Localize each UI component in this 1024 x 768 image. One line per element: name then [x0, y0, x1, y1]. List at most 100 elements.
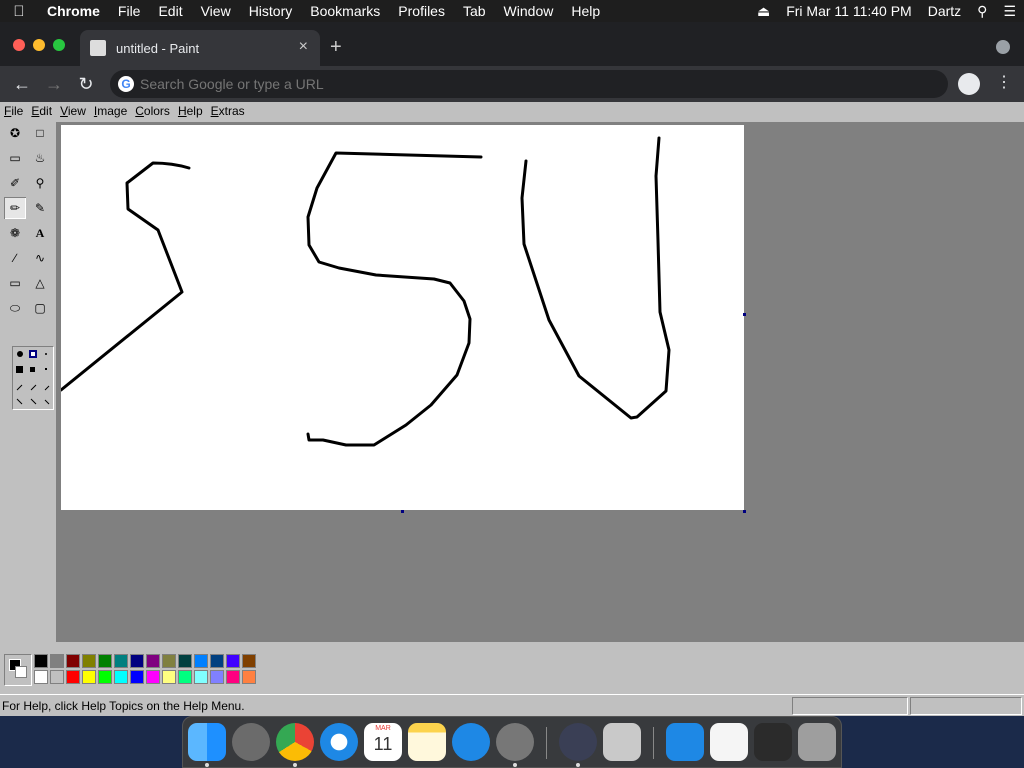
menubar-profiles[interactable]: Profiles: [389, 3, 454, 19]
paint-menu-help[interactable]: Help: [174, 104, 207, 118]
electron-app-icon[interactable]: [559, 723, 597, 761]
window-close-button[interactable]: [13, 39, 25, 51]
downloads-folder-icon[interactable]: [666, 723, 704, 761]
trash-icon[interactable]: [798, 723, 836, 761]
profile-avatar-icon[interactable]: [958, 73, 980, 95]
palette-swatch[interactable]: [98, 670, 112, 684]
menubar-help[interactable]: Help: [562, 3, 609, 19]
safari-icon[interactable]: [320, 723, 358, 761]
palette-swatch[interactable]: [34, 670, 48, 684]
tool-options-panel[interactable]: [12, 346, 54, 410]
tab-close-icon[interactable]: ×: [299, 38, 308, 56]
system-preferences-icon[interactable]: [496, 723, 534, 761]
free-select-icon[interactable]: ✪: [4, 122, 26, 144]
current-colors-indicator[interactable]: [4, 654, 32, 686]
browser-tab-paint[interactable]: untitled - Paint ×: [80, 30, 320, 66]
paint-menu-image[interactable]: Image: [90, 104, 131, 118]
new-tab-button[interactable]: +: [330, 36, 342, 59]
menubar-bookmarks[interactable]: Bookmarks: [301, 3, 389, 19]
menubar-file[interactable]: File: [109, 3, 150, 19]
polygon-icon[interactable]: △: [29, 272, 51, 294]
menubar-window[interactable]: Window: [495, 3, 563, 19]
app-store-icon[interactable]: [452, 723, 490, 761]
palette-swatch[interactable]: [34, 654, 48, 668]
control-center-icon[interactable]: ☰: [995, 3, 1024, 20]
palette-swatch[interactable]: [130, 670, 144, 684]
palette-swatch[interactable]: [82, 654, 96, 668]
menubar-history[interactable]: History: [240, 3, 302, 19]
airbrush-icon[interactable]: ❁: [4, 222, 26, 244]
calendar-icon[interactable]: MAR 11: [364, 723, 402, 761]
screenshot-stack-icon[interactable]: [754, 723, 792, 761]
canvas-resize-handle-right[interactable]: [743, 313, 746, 316]
palette-swatch[interactable]: [98, 654, 112, 668]
palette-swatch[interactable]: [178, 654, 192, 668]
tab-search-icon[interactable]: [996, 40, 1010, 54]
palette-swatch[interactable]: [66, 670, 80, 684]
canvas-resize-handle-corner[interactable]: [743, 510, 746, 513]
palette-swatch[interactable]: [50, 654, 64, 668]
omnibox[interactable]: G: [110, 70, 948, 98]
notes-icon[interactable]: [408, 723, 446, 761]
launchpad-icon[interactable]: [232, 723, 270, 761]
html-file-icon[interactable]: [710, 723, 748, 761]
fill-bucket-icon[interactable]: ♨: [29, 147, 51, 169]
palette-swatch[interactable]: [146, 654, 160, 668]
chrome-icon[interactable]: [276, 723, 314, 761]
palette-swatch[interactable]: [50, 670, 64, 684]
color-picker-icon[interactable]: ✐: [4, 172, 26, 194]
palette-swatch[interactable]: [178, 670, 192, 684]
palette-swatch[interactable]: [226, 654, 240, 668]
palette-swatch[interactable]: [242, 670, 256, 684]
palette-swatch[interactable]: [114, 670, 128, 684]
reload-icon[interactable]: ↻: [74, 72, 98, 96]
window-zoom-button[interactable]: [53, 39, 65, 51]
curve-icon[interactable]: ∿: [29, 247, 51, 269]
paint-menu-file[interactable]: File: [0, 104, 27, 118]
palette-swatch[interactable]: [130, 654, 144, 668]
magnifier-icon[interactable]: ⚲: [29, 172, 51, 194]
paint-menu-view[interactable]: View: [56, 104, 90, 118]
canvas-scroll-area[interactable]: [56, 122, 1024, 642]
finder-icon[interactable]: [188, 723, 226, 761]
palette-swatch[interactable]: [194, 670, 208, 684]
paint-menu-colors[interactable]: Colors: [131, 104, 174, 118]
forward-arrow-icon[interactable]: →: [42, 72, 66, 96]
line-icon[interactable]: ∕: [4, 247, 26, 269]
drawing-canvas[interactable]: [59, 125, 744, 510]
palette-swatch[interactable]: [242, 654, 256, 668]
palette-swatch[interactable]: [226, 670, 240, 684]
eraser-icon[interactable]: ▭: [4, 147, 26, 169]
palette-swatch[interactable]: [210, 654, 224, 668]
omnibox-input[interactable]: [140, 74, 920, 94]
palette-swatch[interactable]: [194, 654, 208, 668]
brush-icon[interactable]: ✎: [29, 197, 51, 219]
eject-icon[interactable]: ⏏: [749, 3, 778, 20]
paint-menu-edit[interactable]: Edit: [27, 104, 56, 118]
text-tool-icon[interactable]: A: [29, 222, 51, 244]
rectangle-icon[interactable]: ▭: [4, 272, 26, 294]
menubar-datetime[interactable]: Fri Mar 11 11:40 PM: [778, 3, 920, 19]
spotlight-search-icon[interactable]: ⚲: [969, 3, 995, 20]
apple-menu-icon[interactable]: : [0, 3, 38, 20]
ellipse-icon[interactable]: ⬭: [4, 297, 26, 319]
palette-swatch[interactable]: [82, 670, 96, 684]
palette-swatch[interactable]: [114, 654, 128, 668]
menubar-tab[interactable]: Tab: [454, 3, 495, 19]
canvas-resize-handle-bottom[interactable]: [401, 510, 404, 513]
menubar-app-name[interactable]: Chrome: [38, 3, 109, 19]
palette-swatch[interactable]: [210, 670, 224, 684]
menubar-edit[interactable]: Edit: [149, 3, 191, 19]
palette-swatch[interactable]: [146, 670, 160, 684]
palette-swatch[interactable]: [66, 654, 80, 668]
back-arrow-icon[interactable]: ←: [10, 72, 34, 96]
rounded-rect-icon[interactable]: ▢: [29, 297, 51, 319]
window-minimize-button[interactable]: [33, 39, 45, 51]
rect-select-icon[interactable]: □: [29, 122, 51, 144]
menubar-user[interactable]: Dartz: [920, 3, 969, 19]
menubar-view[interactable]: View: [192, 3, 240, 19]
palette-swatch[interactable]: [162, 670, 176, 684]
pencil-icon[interactable]: ✏: [4, 197, 26, 219]
archive-utility-icon[interactable]: [603, 723, 641, 761]
paint-menu-extras[interactable]: Extras: [207, 104, 249, 118]
